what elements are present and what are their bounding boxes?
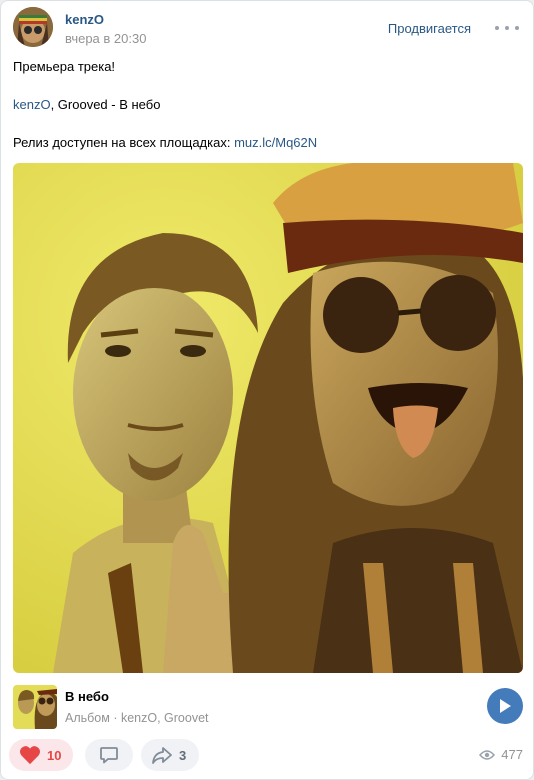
album-artwork <box>13 163 523 673</box>
eye-icon <box>479 749 496 760</box>
album-attachment[interactable]: В небо Альбом · kenzO, Groovet <box>13 685 523 729</box>
release-line: Релиз доступен на всех площадках: muz.lc… <box>13 133 523 152</box>
like-count: 10 <box>47 747 62 763</box>
play-button[interactable] <box>487 688 523 724</box>
more-icon[interactable] <box>495 19 519 37</box>
play-icon <box>500 699 511 713</box>
album-subtitle: Альбом · kenzO, Groovet <box>65 711 209 725</box>
post-text: Премьера трека! kenzO, Grooved - В небо … <box>13 57 523 171</box>
post-credit-line: kenzO, Grooved - В небо <box>13 95 523 114</box>
post-actions: 10 3 477 <box>9 739 527 773</box>
album-cover[interactable] <box>13 685 57 729</box>
album-title[interactable]: В небо <box>65 689 109 704</box>
like-button[interactable]: 10 <box>9 739 73 771</box>
comment-icon <box>100 747 118 764</box>
post-image[interactable] <box>13 163 523 673</box>
share-button[interactable]: 3 <box>141 739 199 771</box>
views-count: 477 <box>501 747 523 762</box>
comment-button[interactable] <box>85 739 133 771</box>
views-counter: 477 <box>479 747 523 762</box>
release-prefix: Релиз доступен на всех площадках: <box>13 135 235 150</box>
post-header: kenzO вчера в 20:30 Продвигается <box>13 7 523 49</box>
post-text-line: Премьера трека! <box>13 59 116 74</box>
artist-link[interactable]: kenzO <box>13 97 51 112</box>
share-count: 3 <box>179 747 187 763</box>
release-link[interactable]: muz.lc/Mq62N <box>234 135 317 150</box>
avatar[interactable] <box>13 7 53 47</box>
post-time[interactable]: вчера в 20:30 <box>65 31 146 46</box>
heart-icon <box>20 746 40 765</box>
post-card: kenzO вчера в 20:30 Продвигается Премьер… <box>0 0 534 780</box>
author-name[interactable]: kenzO <box>65 12 104 27</box>
share-icon <box>152 747 172 764</box>
credit-rest: , Grooved - В небо <box>50 97 161 112</box>
promoted-label[interactable]: Продвигается <box>388 21 471 36</box>
